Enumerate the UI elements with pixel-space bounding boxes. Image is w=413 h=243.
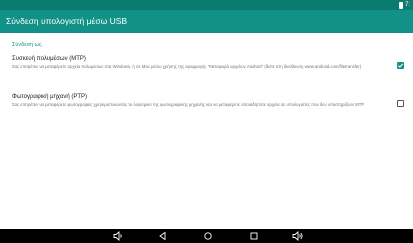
mtp-checkbox[interactable] [397,62,404,69]
recents-icon[interactable] [248,231,260,241]
battery-icon [398,1,403,9]
option-mtp[interactable]: Συσκευή πολυμέσων (MTP) Σας επιτρέπει να… [0,50,413,80]
status-time: 7: [404,2,410,8]
home-icon[interactable] [202,231,214,241]
page-title: Σύνδεση υπολογιστή μέσω USB [6,16,128,26]
option-title: Φωτογραφική μηχανή (PTP) [12,94,88,100]
back-icon[interactable] [157,231,169,241]
option-title: Συσκευή πολυμέσων (MTP) [12,56,86,62]
navigation-bar [0,229,413,243]
volume-up-icon[interactable] [292,231,304,241]
volume-down-icon[interactable] [113,231,125,241]
app-bar: Σύνδεση υπολογιστή μέσω USB [0,10,413,33]
option-summary: Σας επιτρέπει να μεταφέρετε φωτογραφίες … [12,102,365,107]
status-bar: 7: [0,0,413,10]
option-ptp[interactable]: Φωτογραφική μηχανή (PTP) Σας επιτρέπει ν… [0,88,413,118]
checkmark-icon [397,63,404,68]
ptp-checkbox[interactable] [397,100,404,107]
status-icons: 7: [398,0,410,10]
option-summary: Σας επιτρέπει να μεταφέρετε αρχεία πολυμ… [12,64,362,69]
section-header: Σύνδεση ως [12,42,42,48]
